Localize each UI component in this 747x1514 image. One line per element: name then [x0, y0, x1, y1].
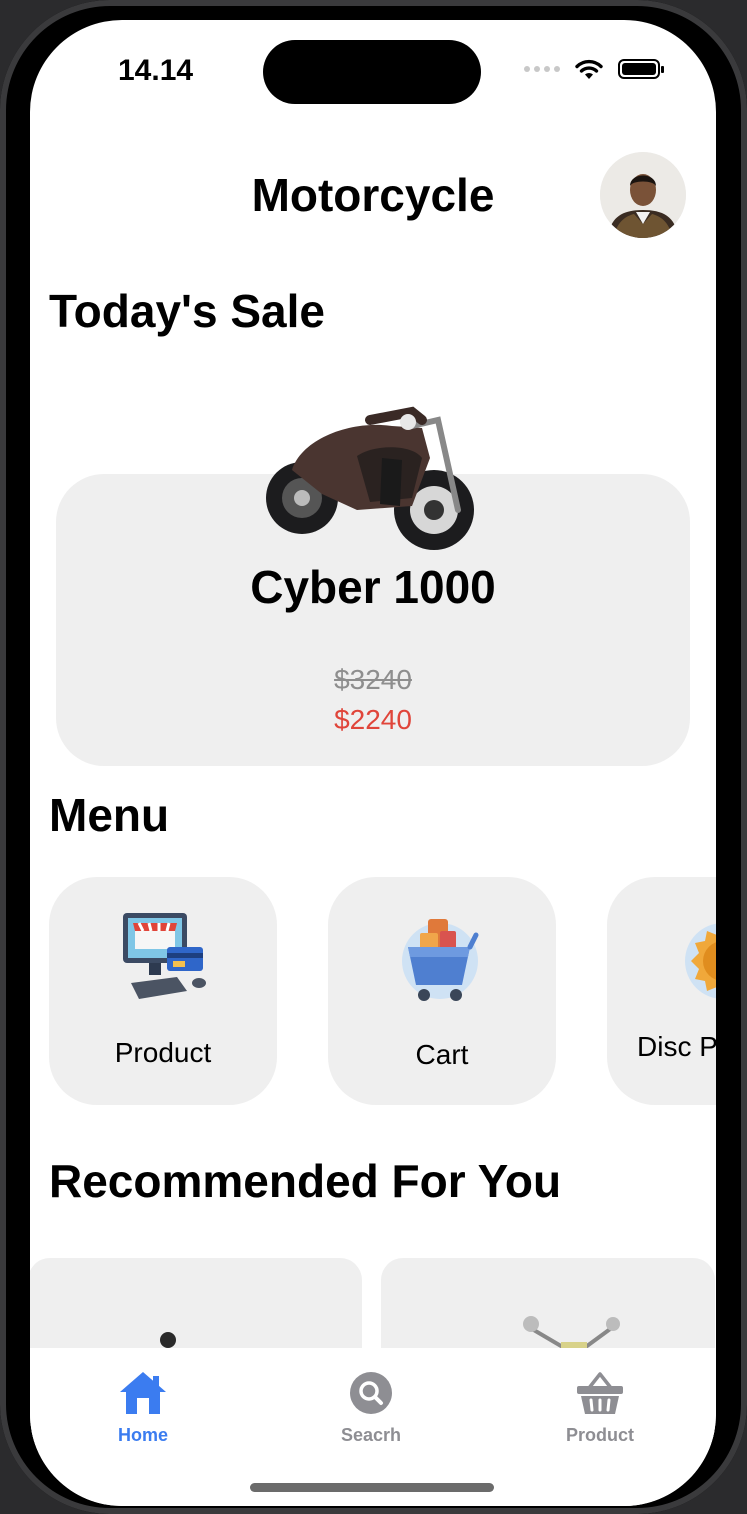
- home-icon: [120, 1372, 166, 1414]
- tab-label: Home: [117, 1425, 168, 1445]
- tab-search[interactable]: Seacrh: [291, 1370, 451, 1446]
- sale-product-name: Cyber 1000: [250, 561, 496, 613]
- avatar[interactable]: [600, 152, 686, 238]
- sale-price: $2240: [334, 704, 412, 735]
- tab-label: Product: [565, 1425, 634, 1445]
- menu-item-label: Disc P: [637, 1031, 716, 1062]
- tab-label: Seacrh: [340, 1425, 402, 1445]
- app-screen: 14.14 Motorcycle Today's Sale Cyber 1000…: [30, 20, 716, 1506]
- recommended-heading: Recommended For You: [49, 1155, 562, 1207]
- menu-item-product[interactable]: Product: [49, 877, 277, 1105]
- motorcycle-image: [266, 406, 474, 550]
- dynamic-island: [263, 40, 481, 104]
- menu-item-label: Cart: [415, 1039, 469, 1070]
- menu-item-cart[interactable]: Cart: [328, 877, 556, 1105]
- profile-photo-icon: [600, 152, 686, 238]
- product-image: [160, 1332, 176, 1348]
- home-indicator[interactable]: [250, 1483, 494, 1492]
- menu-item-label: Product: [114, 1037, 212, 1068]
- shopping-cart-icon: [402, 919, 479, 1001]
- battery-icon: [618, 59, 664, 79]
- signal-icon: [524, 66, 560, 72]
- menu-item-discount[interactable]: Disc P: [607, 877, 716, 1105]
- wifi-icon: [575, 59, 603, 79]
- menu-heading: Menu: [49, 789, 170, 841]
- computer-shop-icon: [123, 913, 206, 999]
- basket-icon: [577, 1372, 623, 1414]
- status-indicators: [524, 58, 664, 80]
- original-price: $3240: [334, 664, 412, 695]
- search-icon: [350, 1372, 392, 1414]
- todays-sale-heading: Today's Sale: [49, 285, 325, 337]
- tab-home[interactable]: Home: [63, 1370, 223, 1446]
- discount-badge-icon: [685, 923, 716, 999]
- tab-product[interactable]: Product: [520, 1370, 680, 1446]
- status-time: 14.14: [118, 54, 194, 87]
